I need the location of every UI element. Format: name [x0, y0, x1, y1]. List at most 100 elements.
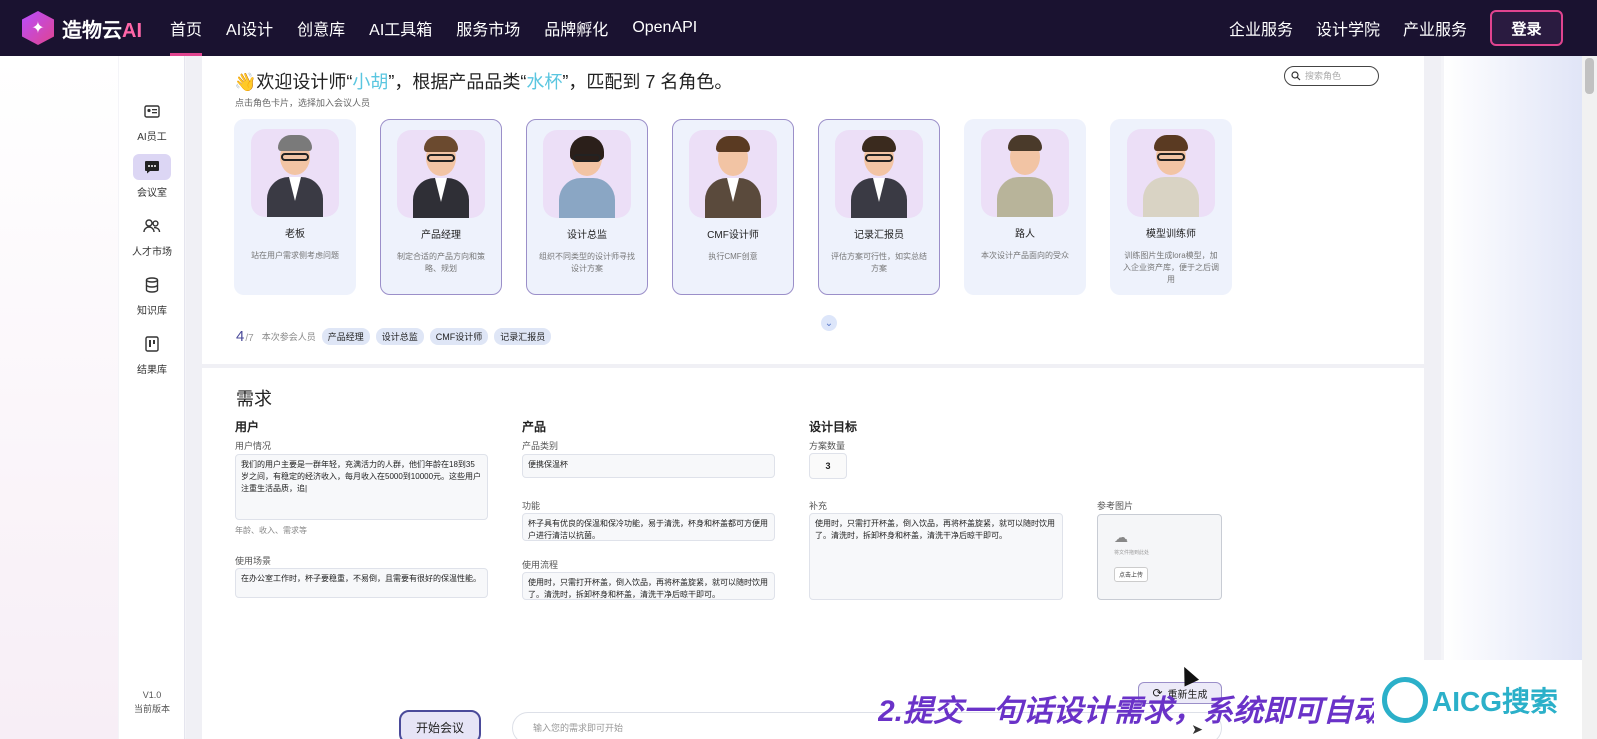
chevron-down-icon[interactable]: ⌄	[821, 315, 837, 331]
right-background	[1444, 56, 1597, 739]
requirements-title: 需求	[236, 389, 272, 409]
role-card-boss[interactable]: 老板 站在用户需求侧考虑问题	[234, 119, 356, 295]
nav-item-service-market[interactable]: 服务市场	[456, 0, 520, 56]
user-situation-textarea[interactable]: 我们的用户主要是一群年轻，充满活力的人群，他们年龄在18到35岁之间，有稳定的经…	[235, 454, 488, 520]
nav-item-idea-library[interactable]: 创意库	[297, 0, 345, 56]
role-description: 评估方案可行性，如实总结方案	[831, 252, 927, 273]
secondary-menu: 企业服务 设计学院 产业服务 登录	[1229, 10, 1597, 46]
product-group-title: 产品	[522, 420, 547, 434]
brand-name: 造物云AI	[62, 19, 142, 42]
participant-chip[interactable]: 设计总监	[375, 328, 424, 345]
usage-scene-textarea[interactable]: 在办公室工作时，杯子要稳重，不易倒，且需要有很好的保温性能。	[235, 568, 488, 598]
user-situation-label: 用户情况	[235, 441, 272, 451]
requirements-panel: 需求 用户 用户情况 我们的用户主要是一群年轻，充满活力的人群，他们年龄在18到…	[202, 368, 1424, 739]
sidebar-item-label: 知识库	[137, 306, 167, 317]
role-card-cmf-designer[interactable]: CMF设计师 执行CMF创意	[672, 119, 794, 295]
usage-flow-textarea[interactable]: 使用时，只需打开杯盖，倒入饮品，再将杯盖旋紧，就可以随时饮用了。清洗时，拆卸杯身…	[522, 572, 775, 600]
designer-name: 小胡	[352, 72, 389, 92]
nav-item-ai-design[interactable]: AI设计	[226, 0, 273, 56]
role-avatar	[251, 129, 339, 217]
product-category-input[interactable]: 便携保温杯	[522, 454, 775, 478]
supplement-textarea[interactable]: 使用时，只需打开杯盖，倒入饮品，再将杯盖旋紧，就可以随时饮用了。清洗时，拆卸杯身…	[809, 513, 1063, 600]
role-card-model-trainer[interactable]: 模型训练师 训练图片生成lora模型，加入企业资产库，便于之后调用	[1110, 119, 1232, 295]
version-info: V1.0 当前版本	[119, 688, 185, 716]
product-category: 水杯	[526, 72, 563, 92]
role-card-product-manager[interactable]: 产品经理 制定合适的产品方向和策略、规划	[380, 119, 502, 295]
nav-item-academy[interactable]: 设计学院	[1316, 16, 1380, 40]
role-name: 记录汇报员	[854, 230, 904, 241]
role-name: CMF设计师	[707, 230, 759, 241]
role-name: 路人	[1015, 229, 1035, 240]
login-button[interactable]: 登录	[1490, 10, 1563, 46]
sidebar-item-label: AI员工	[137, 132, 167, 143]
sparkle-logo-icon: ✦	[22, 11, 54, 45]
nav-item-brand-incubation[interactable]: 品牌孵化	[544, 0, 608, 56]
participants-label: 本次参会人员	[261, 332, 316, 342]
usage-flow-label: 使用流程	[522, 560, 559, 570]
sidebar-item-talent-market[interactable]: 人才市场	[119, 213, 185, 258]
role-description: 执行CMF创意	[708, 252, 758, 261]
cloud-upload-icon: ☁	[1114, 529, 1128, 545]
nav-item-industry[interactable]: 产业服务	[1403, 16, 1467, 40]
participant-chip[interactable]: CMF设计师	[429, 328, 489, 345]
id-card-icon	[133, 98, 171, 124]
people-icon	[133, 213, 171, 239]
version-number: V1.0	[142, 690, 162, 700]
participant-chip[interactable]: 产品经理	[321, 328, 370, 345]
usage-scene-label: 使用场景	[235, 556, 272, 566]
board-icon	[133, 331, 171, 357]
nav-item-openapi[interactable]: OpenAPI	[632, 0, 697, 56]
participant-total: /7	[245, 332, 254, 344]
role-search-box[interactable]	[1284, 66, 1379, 86]
role-avatar	[1127, 129, 1215, 217]
role-name: 产品经理	[421, 230, 461, 241]
watermark: AICG搜索	[1374, 660, 1582, 739]
nav-item-enterprise[interactable]: 企业服务	[1229, 16, 1293, 40]
role-card-passerby[interactable]: 路人 本次设计产品面向的受众	[964, 119, 1086, 295]
role-card-recorder[interactable]: 记录汇报员 评估方案可行性，如实总结方案	[818, 119, 940, 295]
chat-icon	[133, 154, 171, 180]
sidebar-item-label: 结果库	[137, 365, 167, 376]
database-icon	[133, 272, 171, 298]
sidebar-item-knowledge-base[interactable]: 知识库	[119, 272, 185, 317]
sidebar-item-results[interactable]: 结果库	[119, 331, 185, 376]
plan-quantity-label: 方案数量	[809, 441, 846, 451]
plan-quantity-input[interactable]: 3	[809, 453, 847, 479]
sidebar: AI员工 会议室 人才市场 知识库 结果库 V1.0 当前版本	[119, 56, 185, 739]
brand-logo[interactable]: ✦ 造物云AI	[22, 11, 150, 45]
reference-image-upload[interactable]: ☁ 将文件拖到此处 点击上传	[1097, 514, 1222, 600]
design-goal-title: 设计目标	[809, 420, 858, 434]
role-avatar	[981, 129, 1069, 217]
role-card-design-director[interactable]: 设计总监 组织不同类型的设计师寻找设计方案	[526, 119, 648, 295]
user-group-title: 用户	[235, 420, 260, 434]
role-description: 站在用户需求侧考虑问题	[251, 251, 339, 260]
page-scrollbar[interactable]	[1582, 56, 1597, 739]
sidebar-item-label: 人才市场	[132, 247, 172, 258]
nav-item-home[interactable]: 首页	[170, 0, 203, 56]
start-meeting-button[interactable]: 开始会议	[399, 710, 481, 739]
participant-count: 4	[236, 328, 245, 345]
sidebar-item-meeting-room[interactable]: 会议室	[119, 154, 185, 199]
role-description: 组织不同类型的设计师寻找设计方案	[539, 252, 635, 273]
role-selection-panel: 👋欢迎设计师“小胡”，根据产品品类“水杯”，匹配到 7 名角色。 点击角色卡片，…	[202, 56, 1424, 364]
role-avatar	[397, 130, 485, 218]
role-avatar	[689, 130, 777, 218]
role-description: 训练图片生成lora模型，加入企业资产库，便于之后调用	[1123, 251, 1219, 284]
sidebar-item-ai-staff[interactable]: AI员工	[119, 98, 185, 143]
left-background	[0, 56, 118, 739]
role-search-input[interactable]	[1305, 71, 1375, 81]
role-avatar	[835, 130, 923, 218]
role-avatar	[543, 130, 631, 218]
sidebar-item-label: 会议室	[137, 188, 167, 199]
participant-chip[interactable]: 记录汇报员	[494, 328, 552, 345]
watermark-text: AICG搜索	[1432, 685, 1559, 717]
upload-button[interactable]: 点击上传	[1114, 567, 1149, 582]
nav-item-ai-toolbox[interactable]: AI工具箱	[369, 0, 432, 56]
product-function-textarea[interactable]: 杯子具有优良的保温和保冷功能，易于清洗，杯身和杯盖都可方便用户进行清洁以抗菌。	[522, 513, 775, 541]
role-name: 设计总监	[567, 230, 607, 241]
upload-drop-text: 将文件拖到此处	[1114, 550, 1150, 556]
main-menu: 首页 AI设计 创意库 AI工具箱 服务市场 品牌孵化 OpenAPI	[170, 0, 721, 56]
scrollbar-thumb[interactable]	[1585, 58, 1594, 94]
video-caption: 2.提交一句话设计需求，系统即可自动	[878, 695, 1378, 728]
reference-image-label: 参考图片	[1097, 501, 1134, 511]
